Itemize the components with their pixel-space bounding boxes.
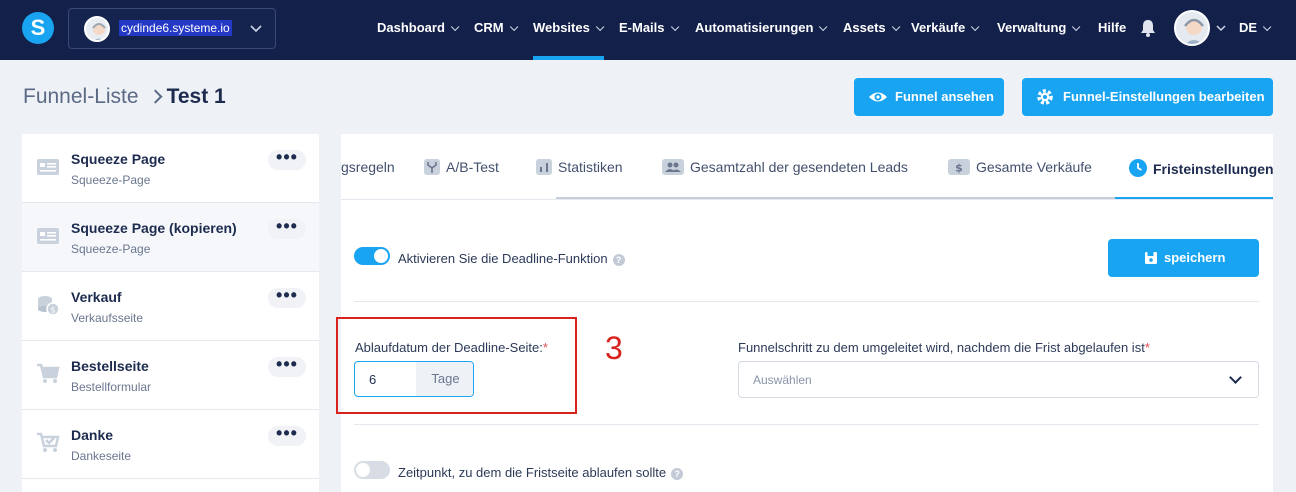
systeme-logo[interactable]: S [22, 12, 54, 44]
page-layout-icon [37, 159, 59, 175]
breadcrumb: Funnel-Liste Test 1 [23, 85, 226, 109]
bell-icon[interactable] [1140, 18, 1156, 38]
top-navigation-bar: S cydinde6.systeme.io Dashboard CRM Webs… [0, 0, 1296, 60]
funnel-step-item[interactable]: Squeeze Page Squeeze-Page ••• [22, 134, 319, 203]
nav-dashboard[interactable]: Dashboard [377, 20, 460, 35]
page-layout-icon [37, 228, 59, 244]
nav-hilfe[interactable]: Hilfe [1098, 20, 1126, 35]
nav-active-indicator [533, 56, 604, 60]
redirect-step-label: Funnelschritt zu dem umgeleitet wird, na… [738, 340, 1150, 355]
deadline-toggle-label: Aktivieren Sie die Deadline-Funktion? [398, 251, 625, 266]
nav-automatisierungen[interactable]: Automatisierungen [695, 20, 828, 35]
nav-emails[interactable]: E-Mails [619, 20, 679, 35]
tab-active-indicator [1115, 197, 1273, 199]
funnel-settings-button[interactable]: Funnel-Einstellungen bearbeiten [1022, 78, 1273, 116]
deadline-toggle[interactable] [354, 247, 390, 265]
more-options-button[interactable]: ••• [268, 148, 306, 170]
chevron-right-icon [147, 89, 163, 104]
funnel-step-item[interactable]: Squeeze Page (kopieren) Squeeze-Page ••• [22, 203, 319, 272]
tab-statistiken[interactable]: Statistiken [536, 159, 623, 175]
account-name: cydinde6.systeme.io [119, 20, 232, 36]
divider [354, 424, 1259, 425]
account-avatar [84, 16, 110, 42]
funnel-step-item[interactable]: Danke Dankeseite ••• [22, 410, 319, 479]
tab-ab-test[interactable]: A/B-Test [424, 159, 499, 175]
user-avatar[interactable] [1174, 10, 1210, 46]
funnel-step-item[interactable]: $ Verkauf Verkaufsseite ••• [22, 272, 319, 341]
language-switcher[interactable]: DE [1239, 20, 1272, 35]
dollar-icon: $ [948, 159, 970, 175]
view-funnel-button[interactable]: Funnel ansehen [854, 78, 1004, 116]
cart-icon [37, 363, 60, 383]
divider [354, 301, 1259, 302]
help-icon[interactable]: ? [612, 254, 625, 266]
funnel-step-item[interactable]: Bestellseite Bestellformular ••• [22, 341, 319, 410]
split-icon [424, 159, 440, 175]
save-button[interactable]: speichern [1108, 239, 1259, 277]
funnel-step-item[interactable] [22, 479, 319, 492]
nav-verkaeufe[interactable]: Verkäufe [911, 20, 980, 35]
svg-text:$: $ [50, 306, 55, 315]
nav-verwaltung[interactable]: Verwaltung [997, 20, 1081, 35]
floppy-disk-icon [1145, 252, 1157, 264]
annotation-step-number: 3 [605, 330, 623, 366]
more-options-button[interactable]: ••• [268, 355, 306, 377]
page-title: Test 1 [166, 85, 226, 108]
more-options-button[interactable]: ••• [268, 217, 306, 239]
more-options-button[interactable]: ••• [268, 424, 306, 446]
cart-check-icon [37, 432, 60, 452]
clock-icon [1129, 159, 1147, 177]
tabs-scrollbar[interactable] [556, 197, 1115, 199]
funnel-step-panel: gsregeln A/B-Test Statistiken Gesamtzahl… [336, 134, 1273, 492]
eye-icon [869, 92, 887, 102]
redirect-step-select[interactable]: Auswählen [738, 361, 1259, 398]
tab-fristeinstellungen[interactable]: Fristeinstellungen [1129, 159, 1273, 177]
more-options-button[interactable]: ••• [268, 286, 306, 308]
help-icon[interactable]: ? [671, 468, 684, 480]
breadcrumb-funnel-list[interactable]: Funnel-Liste [23, 85, 139, 108]
annotation-highlight-box [336, 317, 577, 414]
expiry-time-toggle[interactable] [354, 461, 390, 479]
funnel-steps-list: Squeeze Page Squeeze-Page ••• Squeeze Pa… [22, 134, 319, 492]
gear-icon [1037, 89, 1053, 105]
tab-gesamte-verkaeufe[interactable]: $ Gesamte Verkäufe [948, 159, 1092, 175]
chevron-down-icon [250, 25, 262, 33]
tab-regeln[interactable]: gsregeln [341, 159, 395, 175]
tab-gesendete-leads[interactable]: Gesamtzahl der gesendeten Leads [662, 159, 908, 175]
coins-icon: $ [38, 296, 60, 316]
chevron-down-icon [1229, 371, 1242, 384]
expiry-time-label: Zeitpunkt, zu dem die Fristseite ablaufe… [398, 465, 684, 480]
step-tabs: gsregeln A/B-Test Statistiken Gesamtzahl… [341, 134, 1273, 200]
nav-crm[interactable]: CRM [474, 20, 518, 35]
account-switcher[interactable]: cydinde6.systeme.io [68, 8, 276, 49]
nav-assets[interactable]: Assets [843, 20, 901, 35]
svg-text:$: $ [955, 162, 963, 175]
chevron-down-icon[interactable] [1216, 25, 1226, 32]
nav-websites[interactable]: Websites [533, 20, 605, 35]
chart-icon [536, 159, 552, 175]
users-icon [662, 159, 684, 175]
